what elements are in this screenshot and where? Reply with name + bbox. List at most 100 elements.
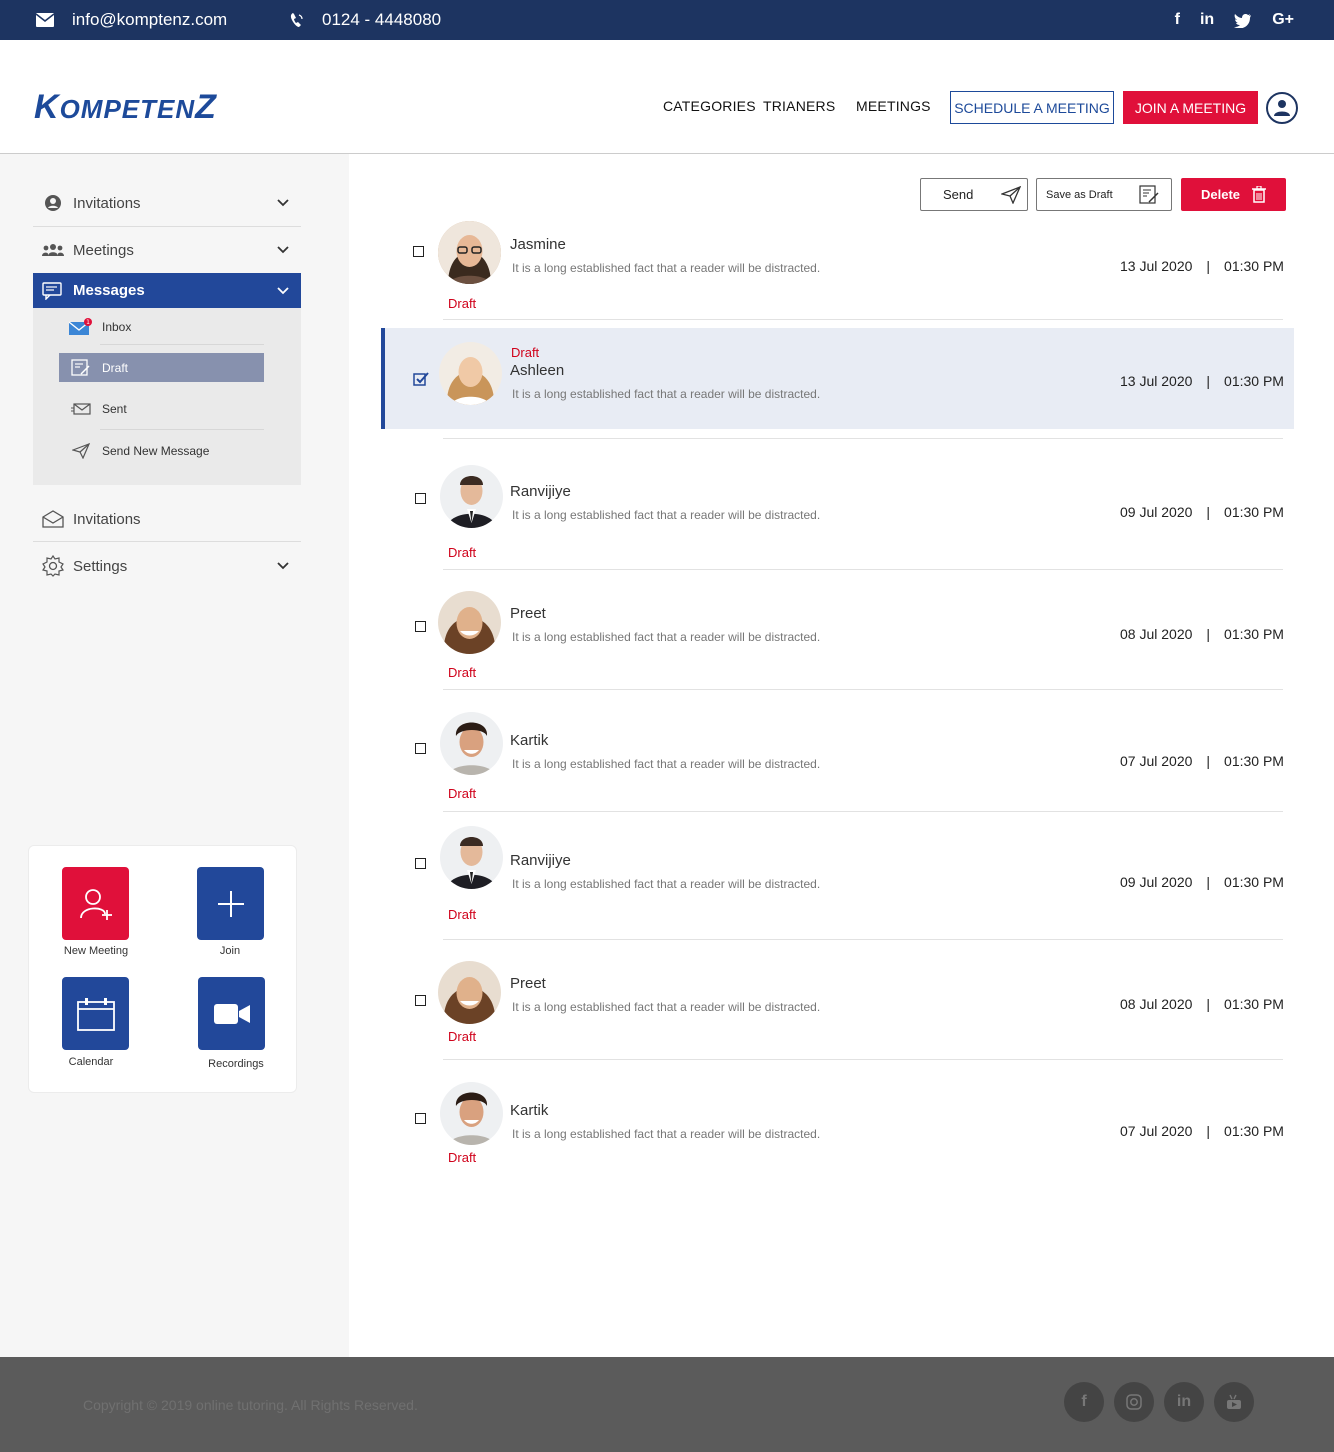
footer-youtube-icon[interactable] [1214,1382,1254,1422]
join-meeting-button[interactable]: JOIN A MEETING [1123,91,1258,124]
divider [100,344,264,345]
divider [443,689,1283,690]
quick-actions-panel: New Meeting Join Calendar Recordings [28,845,297,1093]
draft-icon [1139,184,1159,204]
group-icon [42,244,64,256]
recordings-button[interactable] [198,977,265,1050]
footer-facebook-icon[interactable]: f [1064,1382,1104,1422]
save-draft-label: Save as Draft [1046,188,1113,201]
delete-button[interactable]: Delete [1181,178,1286,211]
submenu-item-sent[interactable]: Sent [59,394,264,423]
message-row[interactable]: Kartik It is a long established fact tha… [381,708,1294,812]
new-meeting-button[interactable] [62,867,129,940]
schedule-meeting-button[interactable]: SCHEDULE A MEETING [950,91,1114,124]
divider [443,569,1283,570]
copyright-text: Copyright © 2019 online tutoring. All Ri… [83,1397,418,1413]
sender-name: Kartik [510,1102,549,1119]
linkedin-icon[interactable]: in [1200,11,1214,29]
trash-icon [1252,186,1267,203]
row-checkbox[interactable] [415,858,426,869]
send-button[interactable]: Send [920,178,1028,211]
twitter-icon[interactable] [1234,13,1252,28]
send-label: Send [943,187,974,202]
chevron-down-icon [277,562,289,570]
message-preview: It is a long established fact that a rea… [512,1000,821,1014]
message-preview: It is a long established fact that a rea… [512,508,821,522]
phone-icon [290,13,303,27]
submenu-label: Inbox [102,319,132,334]
row-checkbox[interactable] [415,995,426,1006]
sender-name: Ashleen [510,362,565,379]
message-row[interactable]: Preet It is a long established fact that… [381,588,1294,690]
messages-icon [42,281,62,300]
message-row[interactable]: Kartik It is a long established fact tha… [381,1080,1294,1170]
submenu-item-send-new-message[interactable]: Send New Message [59,436,264,465]
inbox-mail-icon: 1 [68,317,92,335]
sidebar-item-settings[interactable]: Settings [33,543,301,589]
facebook-icon[interactable]: f [1175,11,1180,29]
google-plus-icon[interactable]: G+ [1272,11,1294,29]
nav-trainers[interactable]: TRIANERS [763,98,835,114]
plus-icon [217,890,244,917]
message-row[interactable]: Preet It is a long established fact that… [381,956,1294,1060]
draft-status: Draft [448,1029,477,1044]
calendar-button[interactable] [62,977,129,1050]
sidebar-item-invitations[interactable]: Invitations [33,180,301,226]
email-contact[interactable]: info@komptenz.com [36,0,227,40]
delete-label: Delete [1200,187,1241,202]
user-circle-icon [45,195,61,211]
user-account-icon[interactable] [1266,92,1298,124]
video-camera-icon [213,1003,250,1024]
sidebar-item-meetings[interactable]: Meetings [33,227,301,273]
message-preview: It is a long established fact that a rea… [512,757,821,771]
row-checkbox[interactable] [415,493,426,504]
message-row-selected[interactable]: Draft Ashleen It is a long established f… [381,328,1294,429]
paper-plane-icon [1001,185,1022,204]
message-row[interactable]: Ranvijiye It is a long established fact … [381,462,1294,570]
submenu-item-inbox[interactable]: 1 Inbox [59,312,264,341]
join-button[interactable] [197,867,264,940]
nav-meetings[interactable]: MEETINGS [856,98,931,114]
divider [443,319,1283,320]
sender-name: Preet [510,975,546,992]
site-header: KOMPETENZ CATEGORIES TRIANERS MEETINGS S… [0,40,1334,154]
message-date: 09 Jul 2020 | 01:30 PM [1120,874,1284,890]
phone-contact[interactable]: 0124 - 4448080 [290,0,441,40]
message-row[interactable]: Jasmine It is a long established fact th… [381,216,1294,320]
message-preview: It is a long established fact that a rea… [512,1127,821,1141]
avatar [438,221,501,284]
sender-name: Ranvijiye [510,483,571,500]
email-text: info@komptenz.com [72,10,228,29]
message-row[interactable]: Ranvijiye It is a long established fact … [381,824,1294,940]
row-checkbox[interactable] [415,621,426,632]
sender-name: Ranvijiye [510,852,571,869]
row-checkbox[interactable] [415,1113,426,1124]
paper-plane-icon [71,442,90,459]
save-as-draft-button[interactable]: Save as Draft [1036,178,1172,211]
quick-label: Recordings [208,1058,264,1070]
submenu-item-draft[interactable]: Draft [59,353,264,382]
footer-instagram-icon[interactable] [1114,1382,1154,1422]
quick-label: New Meeting [63,945,129,957]
draft-status: Draft [511,345,540,360]
message-date: 09 Jul 2020 | 01:30 PM [1120,504,1284,520]
phone-text: 0124 - 4448080 [322,10,442,29]
draft-status: Draft [448,545,477,560]
sidebar-item-label: Invitations [73,510,141,528]
message-date: 07 Jul 2020 | 01:30 PM [1120,1123,1284,1139]
divider [100,429,264,430]
sidebar-item-label: Invitations [73,194,141,212]
row-checkbox[interactable] [413,246,424,257]
sidebar-item-messages[interactable]: Messages [33,273,301,308]
komptenz-logo[interactable]: KOMPETENZ [34,88,217,127]
nav-categories[interactable]: CATEGORIES [663,98,756,114]
avatar [438,961,501,1024]
divider [443,939,1283,940]
draft-status: Draft [448,786,477,801]
message-preview: It is a long established fact that a rea… [512,877,821,891]
message-date: 07 Jul 2020 | 01:30 PM [1120,753,1284,769]
footer-linkedin-icon[interactable]: in [1164,1382,1204,1422]
sidebar-item-invitations-2[interactable]: Invitations [33,496,301,542]
checked-checkbox-icon[interactable] [413,372,429,386]
row-checkbox[interactable] [415,743,426,754]
